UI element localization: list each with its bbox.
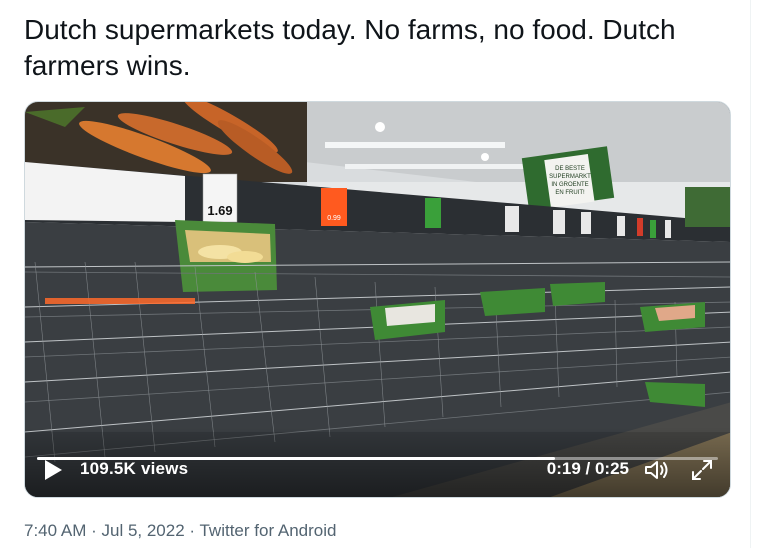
column-divider	[750, 0, 751, 548]
tweet-time[interactable]: 7:40 AM	[24, 521, 86, 540]
price-tag-1: 1.69	[207, 203, 232, 218]
video-controls: 109.5K views 0:19 / 0:25	[25, 427, 730, 497]
video-time: 0:19 / 0:25	[546, 459, 629, 478]
play-button[interactable]	[43, 459, 63, 481]
tweet-date[interactable]: Jul 5, 2022	[101, 521, 184, 540]
tweet-text: Dutch supermarkets today. No farms, no f…	[24, 14, 676, 81]
view-count: 109.5K views	[80, 459, 189, 478]
video-player[interactable]: DE BESTE SUPERMARKT IN GROENTE EN FRUIT!…	[24, 101, 731, 498]
volume-icon	[645, 461, 668, 479]
sign-text-3: IN GROENTE	[551, 182, 588, 188]
sign-text-4: EN FRUIT!	[555, 190, 585, 196]
price-tag-2: 0.99	[327, 215, 341, 222]
tweet-meta: 7:40 AM · Jul 5, 2022 · Twitter for Andr…	[24, 521, 337, 541]
fullscreen-icon	[692, 460, 712, 480]
meta-separator: ·	[86, 521, 102, 540]
sign-text-2: SUPERMARKT	[549, 174, 591, 180]
meta-separator: ·	[184, 521, 200, 540]
volume-button[interactable]	[644, 459, 670, 481]
sign-text-1: DE BESTE	[555, 166, 585, 172]
tweet-source[interactable]: Twitter for Android	[199, 521, 336, 540]
play-icon	[45, 460, 62, 480]
fullscreen-button[interactable]	[690, 459, 714, 481]
